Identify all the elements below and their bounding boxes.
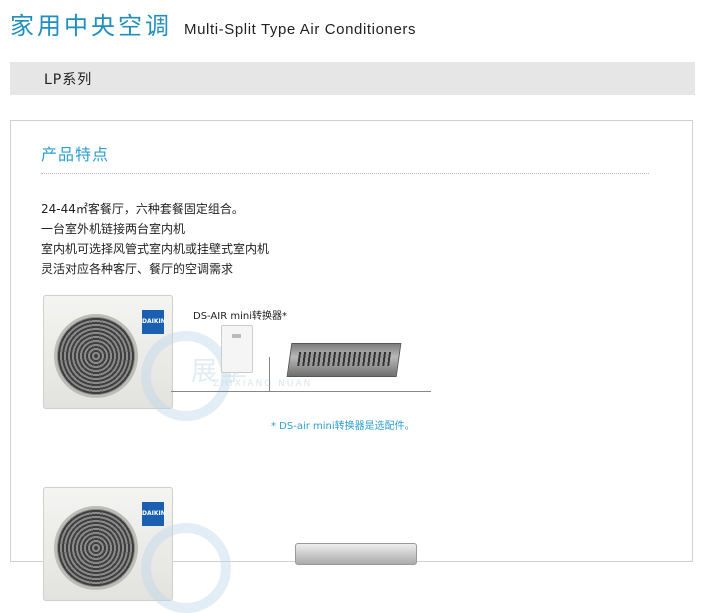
optional-note: * DS-air mini转换器是选配件。 [271, 421, 415, 432]
series-label: LP系列 [44, 71, 93, 88]
page-subtitle: Multi-Split Type Air Conditioners [184, 21, 417, 38]
page-title: 家用中央空调 [10, 12, 172, 40]
indoor-wall-unit-image [295, 543, 417, 565]
product-illustration: DAIKIN 展享 ZHIXIANG NUAN DS-AIR mini转换器* … [41, 291, 431, 432]
connection-line [171, 391, 431, 392]
product-panel: 产品特点 24-44㎡客餐厅，六种套餐固定组合。 一台室外机链接两台室内机 室内… [10, 120, 693, 613]
feature-line: 灵活对应各种客厅、餐厅的空调需求 [41, 262, 234, 276]
page-header: 家用中央空调 Multi-Split Type Air Conditioners [10, 6, 416, 40]
brand-logo: DAIKIN [142, 502, 166, 526]
watermark-logo [141, 523, 231, 613]
features-title: 产品特点 [41, 145, 110, 164]
feature-line: 室内机可选择风管式室内机或挂壁式室内机 [41, 242, 270, 256]
brand-logo: DAIKIN [142, 310, 166, 334]
divider [41, 173, 649, 174]
converter-image [221, 325, 253, 373]
features-list: 24-44㎡客餐厅，六种套餐固定组合。 一台室外机链接两台室内机 室内机可选择风… [41, 199, 269, 279]
connection-line [269, 357, 270, 391]
fan-grille [54, 506, 138, 590]
converter-label: DS-AIR mini转换器* [193, 311, 287, 322]
watermark-text-en: ZHIXIANG NUAN [213, 379, 313, 389]
feature-line: 一台室外机链接两台室内机 [41, 222, 186, 236]
series-bar: LP系列 [10, 62, 695, 95]
product-illustration-2: DAIKIN [41, 483, 431, 613]
feature-line: 24-44㎡客餐厅，六种套餐固定组合。 [41, 202, 244, 216]
indoor-duct-unit-image [286, 343, 402, 377]
fan-grille [54, 314, 138, 398]
